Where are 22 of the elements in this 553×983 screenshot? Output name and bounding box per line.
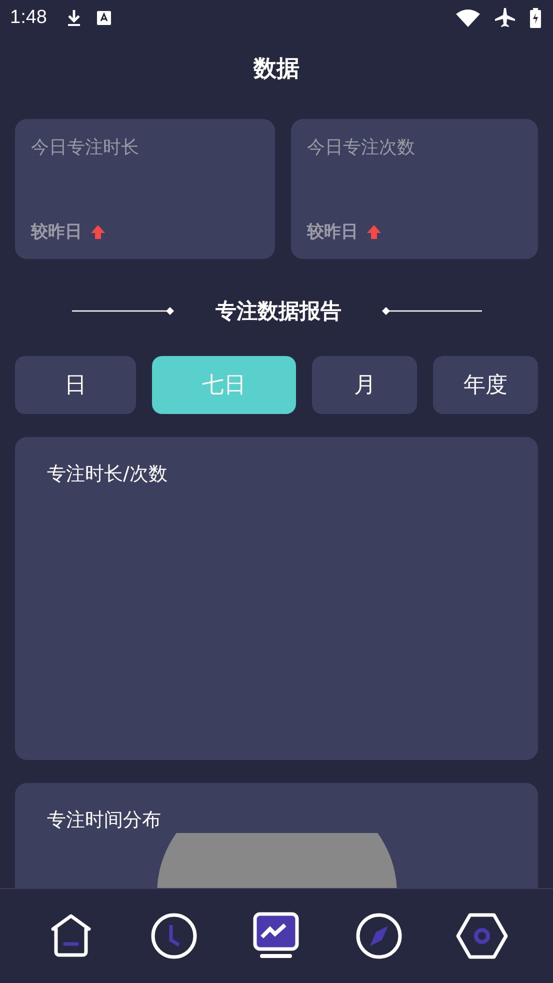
airplane-icon (494, 6, 516, 28)
divider-line-icon (382, 306, 482, 316)
period-tab[interactable]: 日 (15, 356, 136, 414)
section-title: 专注数据报告 (216, 298, 342, 325)
compare-label: 较昨日 (307, 221, 358, 243)
stat-label: 今日专注时长 (31, 136, 140, 159)
compass-icon[interactable] (355, 912, 404, 960)
stat-label: 今日专注次数 (307, 136, 416, 159)
period-tab[interactable]: 年度 (433, 356, 538, 414)
settings-icon[interactable] (454, 912, 509, 960)
period-tab[interactable]: 月 (312, 356, 418, 414)
compare-label: 较昨日 (31, 221, 82, 243)
wifi-icon (456, 8, 480, 26)
clock-icon[interactable] (150, 912, 198, 960)
chart-title: 专注时间分布 (47, 808, 161, 833)
keyboard-icon (96, 10, 111, 24)
divider-line-icon (72, 306, 176, 316)
battery-icon (530, 8, 541, 28)
status-time: 1:48 (10, 6, 47, 28)
chart-title: 专注时长/次数 (47, 462, 168, 487)
page-title: 数据 (252, 55, 300, 83)
stats-monitor-icon[interactable] (252, 912, 300, 960)
